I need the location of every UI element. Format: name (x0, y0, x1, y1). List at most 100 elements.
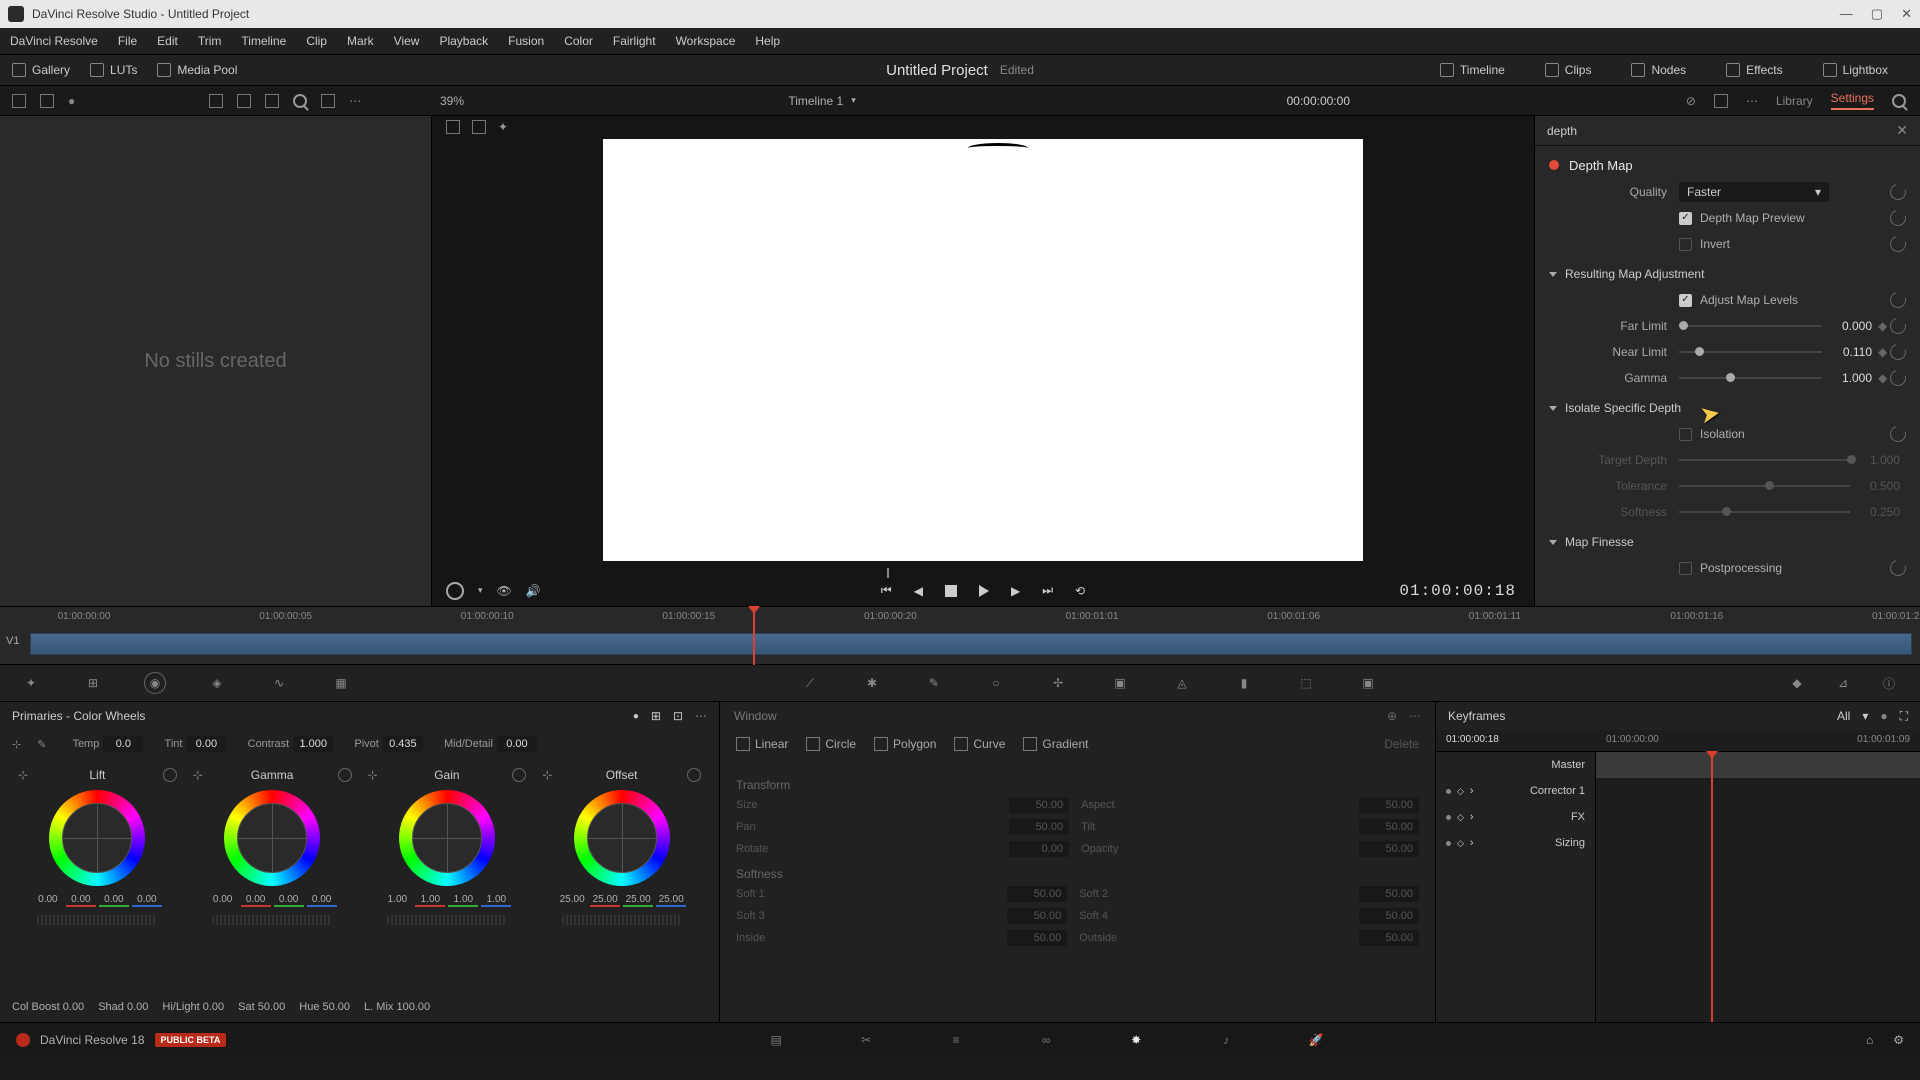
close-button[interactable]: ✕ (1901, 6, 1912, 22)
menu-fairlight[interactable]: Fairlight (613, 34, 656, 48)
gallery-tool-1[interactable] (12, 94, 26, 108)
fx-search-input[interactable] (1547, 124, 1896, 138)
viewer-mode-1[interactable] (446, 120, 460, 134)
menu-workspace[interactable]: Workspace (676, 34, 736, 48)
fairlight-page-icon[interactable]: ♪ (1216, 1030, 1236, 1050)
minimize-button[interactable]: — (1840, 6, 1853, 22)
loop-button[interactable]: ⟲ (1075, 584, 1085, 598)
lightbox-button[interactable]: Lightbox (1823, 63, 1888, 77)
gamma-reset[interactable] (1887, 367, 1909, 389)
media-pool-button[interactable]: Media Pool (157, 63, 237, 77)
isolation-reset[interactable] (1887, 423, 1909, 445)
list-view-icon[interactable] (265, 94, 279, 108)
menu-playback[interactable]: Playback (439, 34, 488, 48)
luts-button[interactable]: LUTs (90, 63, 137, 77)
warper-icon[interactable]: ✱ (861, 672, 883, 694)
mini-timeline[interactable]: 01:00:00:0001:00:00:0501:00:00:1001:00:0… (0, 606, 1920, 664)
map-adjust-toggle[interactable] (1549, 272, 1557, 277)
invert-reset[interactable] (1887, 233, 1909, 255)
menu-fusion[interactable]: Fusion (508, 34, 544, 48)
nodes-button[interactable]: Nodes (1631, 63, 1686, 77)
last-frame-button[interactable]: ⏭ (1042, 583, 1053, 598)
timeline-button[interactable]: Timeline (1440, 63, 1505, 77)
timeline-playhead[interactable] (753, 607, 755, 665)
kf-row-fx[interactable]: ◇›FX (1436, 804, 1595, 830)
wheels-mode-bars[interactable]: ⊞ (651, 709, 661, 723)
adjust-levels-reset[interactable] (1887, 289, 1909, 311)
gamma-slider[interactable] (1679, 377, 1822, 379)
window-curve[interactable]: Curve (954, 737, 1005, 751)
gamma-master[interactable] (212, 915, 332, 925)
settings-tab[interactable]: Settings (1831, 91, 1874, 110)
search-icon[interactable] (293, 94, 307, 108)
node-loop-icon[interactable] (446, 582, 464, 600)
gallery-dot[interactable]: ● (68, 94, 75, 108)
window-polygon[interactable]: Polygon (874, 737, 936, 751)
menu-trim[interactable]: Trim (198, 34, 222, 48)
postproc-checkbox[interactable] (1679, 562, 1692, 575)
isolation-checkbox[interactable] (1679, 428, 1692, 441)
library-tab[interactable]: Library (1776, 94, 1813, 108)
kf-row-master[interactable]: Master (1436, 752, 1595, 778)
magic-icon[interactable]: ▣ (1109, 672, 1131, 694)
viewer-zoom[interactable]: 39% (440, 94, 464, 108)
wheels-tool-icon[interactable]: ◉ (144, 672, 166, 694)
grid-view-icon[interactable] (237, 94, 251, 108)
tracking-icon[interactable]: ✢ (1047, 672, 1069, 694)
info-icon[interactable]: ⓘ (1878, 672, 1900, 694)
stop-button[interactable] (945, 585, 957, 597)
bypass-icon[interactable]: ⊘ (1686, 94, 1696, 108)
far-limit-keyframe[interactable]: ◆ (1878, 319, 1890, 333)
media-page-icon[interactable]: ▤ (766, 1030, 786, 1050)
quality-select[interactable]: Faster▾ (1679, 182, 1829, 202)
adjust-levels-checkbox[interactable]: ✓ (1679, 294, 1692, 307)
project-settings-icon[interactable]: ⚙ (1893, 1033, 1904, 1047)
window-icon[interactable]: ○ (985, 672, 1007, 694)
fx-search-icon[interactable] (1892, 94, 1906, 108)
wheels-mode-dots[interactable]: ● (633, 711, 639, 722)
wheels-mode-log[interactable]: ⊡ (673, 709, 683, 723)
clips-button[interactable]: Clips (1545, 63, 1592, 77)
viewer-scrubber[interactable] (452, 561, 1514, 576)
menu-clip[interactable]: Clip (306, 34, 327, 48)
speaker-icon[interactable]: 🔊 (526, 584, 541, 598)
finesse-toggle[interactable] (1549, 540, 1557, 545)
gain-master[interactable] (387, 915, 507, 925)
fx-enable-dot[interactable] (1549, 160, 1559, 170)
near-limit-reset[interactable] (1887, 341, 1909, 363)
expand-icon[interactable] (1714, 94, 1728, 108)
gallery-button[interactable]: Gallery (12, 63, 70, 77)
sort-icon[interactable] (209, 94, 223, 108)
far-limit-reset[interactable] (1887, 315, 1909, 337)
viewer-tc[interactable]: 00:00:00:00 (1287, 94, 1350, 108)
clear-search-icon[interactable]: ✕ (1896, 122, 1908, 139)
offset-master[interactable] (562, 915, 682, 925)
sizing-icon[interactable]: ⬚ (1295, 672, 1317, 694)
video-clip[interactable] (30, 633, 1912, 655)
postproc-reset[interactable] (1887, 557, 1909, 579)
near-limit-slider[interactable] (1679, 351, 1822, 353)
keyframe-playhead[interactable] (1711, 752, 1713, 1022)
menu-edit[interactable]: Edit (157, 34, 178, 48)
kf-row-sizing[interactable]: ◇›Sizing (1436, 830, 1595, 856)
timeline-name[interactable]: Timeline 1 (788, 94, 843, 108)
keyframe-mode-icon[interactable]: ◆ (1786, 672, 1808, 694)
kf-row-corrector-1[interactable]: ◇›Corrector 1 (1436, 778, 1595, 804)
home-icon[interactable]: ⌂ (1866, 1033, 1873, 1047)
far-limit-value[interactable]: 0.000 (1822, 319, 1878, 333)
lift-wheel[interactable] (49, 790, 145, 886)
maximize-button[interactable]: ▢ (1871, 6, 1883, 22)
gamma-keyframe[interactable]: ◆ (1878, 371, 1890, 385)
near-limit-value[interactable]: 0.110 (1822, 345, 1878, 359)
deliver-page-icon[interactable]: 🚀 (1306, 1030, 1326, 1050)
3d-icon[interactable]: ▣ (1357, 672, 1379, 694)
menu-view[interactable]: View (394, 34, 420, 48)
window-delete[interactable]: Delete (1384, 737, 1419, 751)
prev-frame-button[interactable]: ◀ (914, 584, 923, 598)
log-tool-icon[interactable]: ∿ (268, 672, 290, 694)
far-limit-slider[interactable] (1679, 325, 1822, 327)
preview-checkbox[interactable]: ✓ (1679, 212, 1692, 225)
color-page-icon[interactable]: ✸ (1126, 1030, 1146, 1050)
play-button[interactable] (979, 585, 989, 597)
blur-icon[interactable]: ◬ (1171, 672, 1193, 694)
